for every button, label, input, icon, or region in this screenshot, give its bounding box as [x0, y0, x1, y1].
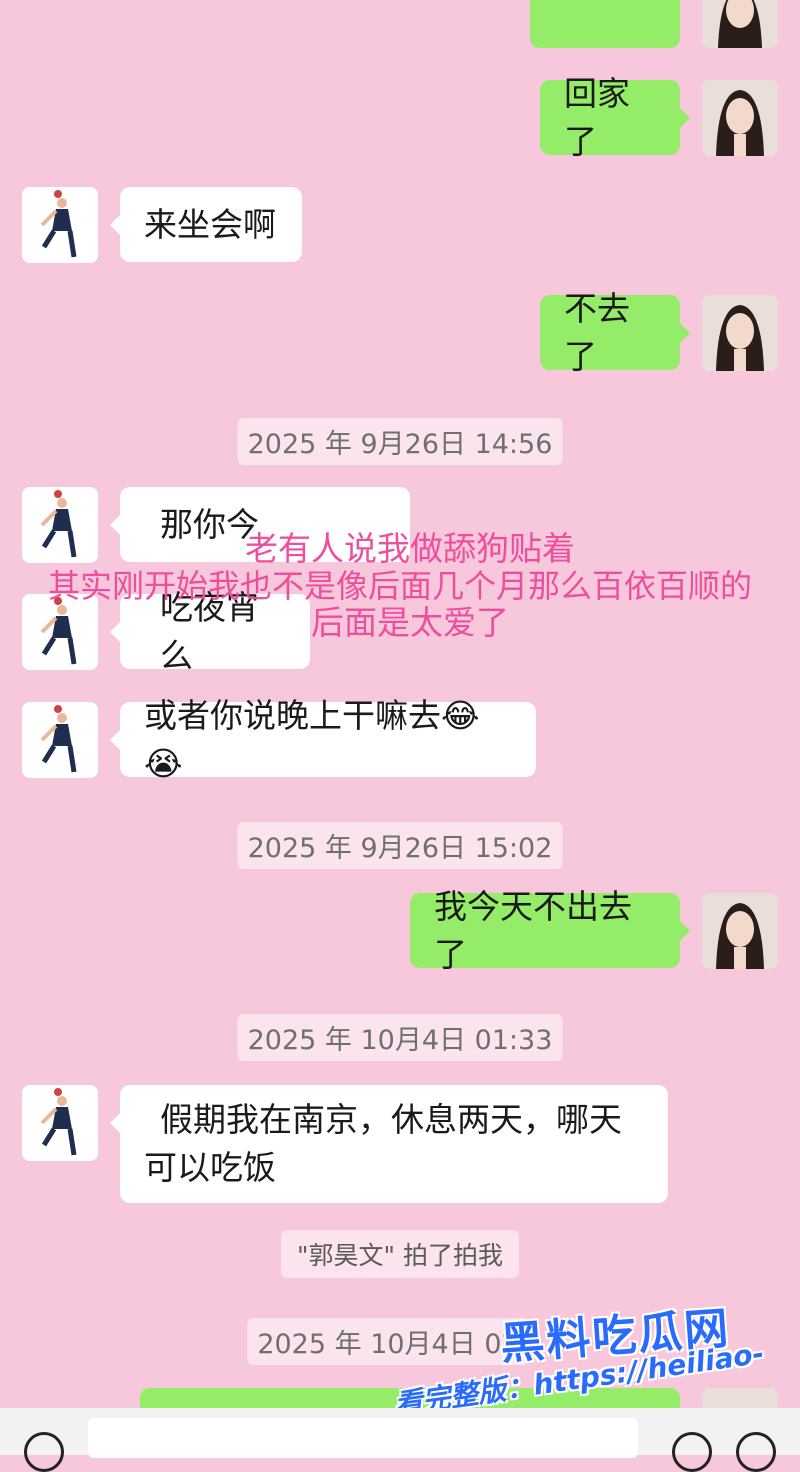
- my-avatar[interactable]: [702, 295, 778, 371]
- message-bubble-incoming[interactable]: 来坐会啊: [110, 187, 302, 262]
- my-avatar[interactable]: [702, 893, 778, 969]
- message-bubble-outgoing[interactable]: 不去了: [540, 289, 690, 376]
- my-avatar[interactable]: [702, 80, 778, 156]
- overlay-caption-line: 后面是太爱了: [311, 603, 509, 642]
- chat-timestamp: 2025 年 10月4日 01:33: [237, 1014, 563, 1061]
- voice-icon[interactable]: [24, 1432, 64, 1472]
- chat-input-bar: [0, 1408, 800, 1472]
- message-bubble-outgoing-partial: [530, 0, 680, 48]
- pat-notice: "郭昊文" 拍了拍我: [281, 1230, 519, 1278]
- message-text: 来坐会啊: [144, 204, 276, 244]
- contact-avatar[interactable]: [22, 187, 98, 263]
- contact-avatar[interactable]: [22, 1085, 98, 1161]
- contact-avatar[interactable]: [22, 702, 98, 778]
- message-input[interactable]: [88, 1418, 638, 1458]
- message-text: 假期我在南京，休息两天，哪天可以吃饭: [144, 1100, 622, 1187]
- message-bubble-incoming[interactable]: 假期我在南京，休息两天，哪天可以吃饭: [110, 1085, 668, 1203]
- chat-timestamp: 2025 年 9月26日 14:56: [237, 418, 563, 465]
- chat-timestamp: 2025 年 9月26日 15:02: [237, 822, 563, 869]
- message-text: 我今天不出去了: [434, 886, 632, 974]
- message-text: 或者你说晚上干嘛去😂😭: [144, 695, 480, 783]
- plus-icon[interactable]: [736, 1432, 776, 1472]
- emoji-icon[interactable]: [672, 1432, 712, 1472]
- message-text: 不去了: [564, 288, 630, 376]
- message-bubble-outgoing[interactable]: 回家了: [540, 74, 690, 161]
- message-bubble-outgoing[interactable]: 我今天不出去了: [410, 887, 690, 974]
- chat-timestamp: 2025 年 10月4日 02: [247, 1318, 529, 1365]
- my-avatar[interactable]: [702, 0, 778, 48]
- message-bubble-incoming[interactable]: 或者你说晚上干嘛去😂😭: [110, 696, 536, 783]
- message-text: 回家了: [564, 73, 630, 161]
